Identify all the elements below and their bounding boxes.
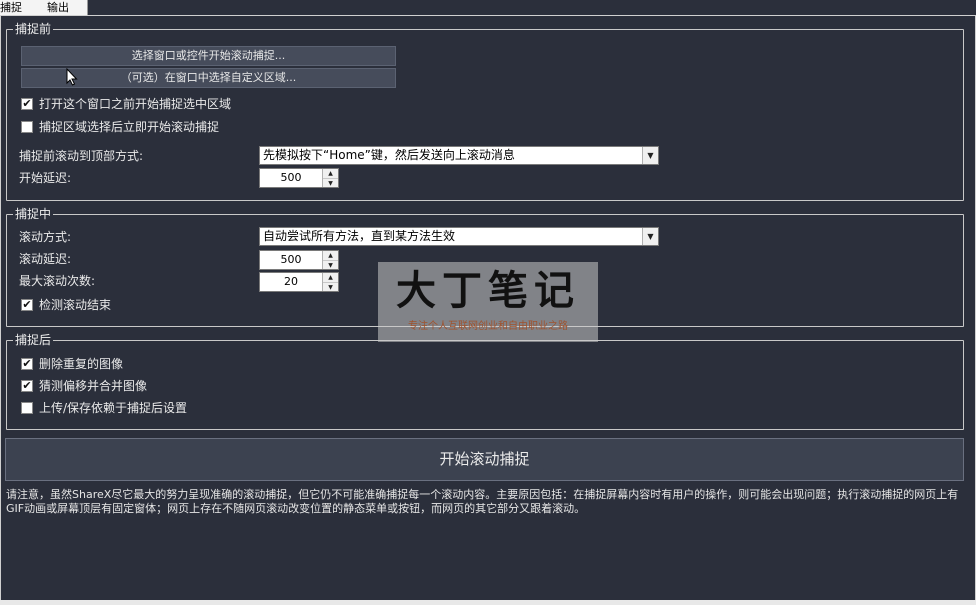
checkbox-guess-offset-label: 猜测偏移并合并图像 (39, 379, 148, 393)
tab-capture-label: 捕捉 (0, 1, 22, 14)
spin-up-icon[interactable]: ▲ (323, 169, 338, 178)
after-capture-legend: 捕捉后 (15, 333, 52, 347)
start-delay-value[interactable]: 500 (260, 169, 322, 187)
start-delay-spin[interactable]: ▲ ▼ (322, 169, 338, 187)
max-scroll-stepper[interactable]: 20 ▲ ▼ (259, 272, 339, 292)
window-bottom-edge (0, 600, 976, 605)
max-scroll-spin[interactable]: ▲ ▼ (322, 273, 338, 291)
watermark-title: 大丁笔记 (396, 267, 580, 314)
tab-strip: 捕捉 输出 (0, 0, 976, 15)
spin-down-icon[interactable]: ▼ (323, 260, 338, 269)
scroll-method-select-value: 自动尝试所有方法，直到某方法生效 (263, 229, 456, 243)
checkbox-guess-offset[interactable]: ✔ (21, 380, 33, 392)
scroll-top-select[interactable]: 先模拟按下“Home”键，然后发送向上滚动消息 ▼ (259, 146, 659, 165)
tab-output-label[interactable]: 输出 (47, 0, 77, 15)
checkbox-start-after-select[interactable] (21, 121, 33, 133)
scroll-method-label: 滚动方式: (19, 230, 72, 244)
spin-up-icon[interactable]: ▲ (323, 273, 338, 282)
checkbox-detect-end-label: 检测滚动结束 (39, 298, 112, 312)
start-delay-label: 开始延迟: (19, 171, 72, 185)
scroll-delay-stepper[interactable]: 500 ▲ ▼ (259, 250, 339, 270)
checkbox-open-window-label: 打开这个窗口之前开始捕捉选中区域 (39, 97, 232, 111)
start-scroll-capture-button[interactable]: 开始滚动捕捉 (5, 438, 964, 481)
spin-down-icon[interactable]: ▼ (323, 178, 338, 187)
watermark-subtitle: 专注个人互联网创业和自由职业之路 (408, 321, 568, 332)
checkbox-upload-save[interactable] (21, 402, 33, 414)
scroll-delay-value[interactable]: 500 (260, 251, 322, 269)
checkbox-upload-save-label: 上传/保存依赖于捕捉后设置 (39, 401, 188, 415)
during-capture-legend: 捕捉中 (15, 207, 52, 221)
dropdown-arrow-icon[interactable]: ▼ (642, 228, 658, 245)
checkbox-start-after-select-label: 捕捉区域选择后立即开始滚动捕捉 (39, 120, 220, 134)
spin-up-icon[interactable]: ▲ (323, 251, 338, 260)
tab-capture[interactable]: 捕捉 输出 (0, 0, 88, 15)
checkbox-open-window[interactable]: ✔ (21, 98, 33, 110)
select-window-button[interactable]: 选择窗口或控件开始滚动捕捉... (21, 46, 396, 66)
notice-text: 请注意，虽然ShareX尽它最大的努力呈现准确的滚动捕捉，但它仍不可能准确捕捉每… (6, 488, 959, 515)
mouse-cursor-icon (66, 68, 78, 86)
scroll-top-select-value: 先模拟按下“Home”键，然后发送向上滚动消息 (263, 148, 515, 162)
scroll-delay-label: 滚动延迟: (19, 252, 72, 266)
max-scroll-label: 最大滚动次数: (19, 274, 96, 288)
watermark-logo: 大丁笔记 专注个人互联网创业和自由职业之路 (378, 262, 598, 342)
before-capture-legend: 捕捉前 (15, 22, 52, 36)
spin-down-icon[interactable]: ▼ (323, 282, 338, 291)
checkbox-remove-duplicates[interactable]: ✔ (21, 358, 33, 370)
scroll-delay-spin[interactable]: ▲ ▼ (322, 251, 338, 269)
dropdown-arrow-icon[interactable]: ▼ (642, 147, 658, 164)
checkbox-detect-end[interactable]: ✔ (21, 299, 33, 311)
scroll-method-select[interactable]: 自动尝试所有方法，直到某方法生效 ▼ (259, 227, 659, 246)
scroll-top-label: 捕捉前滚动到顶部方式: (19, 149, 144, 163)
checkbox-remove-duplicates-label: 删除重复的图像 (39, 357, 124, 371)
start-delay-stepper[interactable]: 500 ▲ ▼ (259, 168, 339, 188)
max-scroll-value[interactable]: 20 (260, 273, 322, 291)
